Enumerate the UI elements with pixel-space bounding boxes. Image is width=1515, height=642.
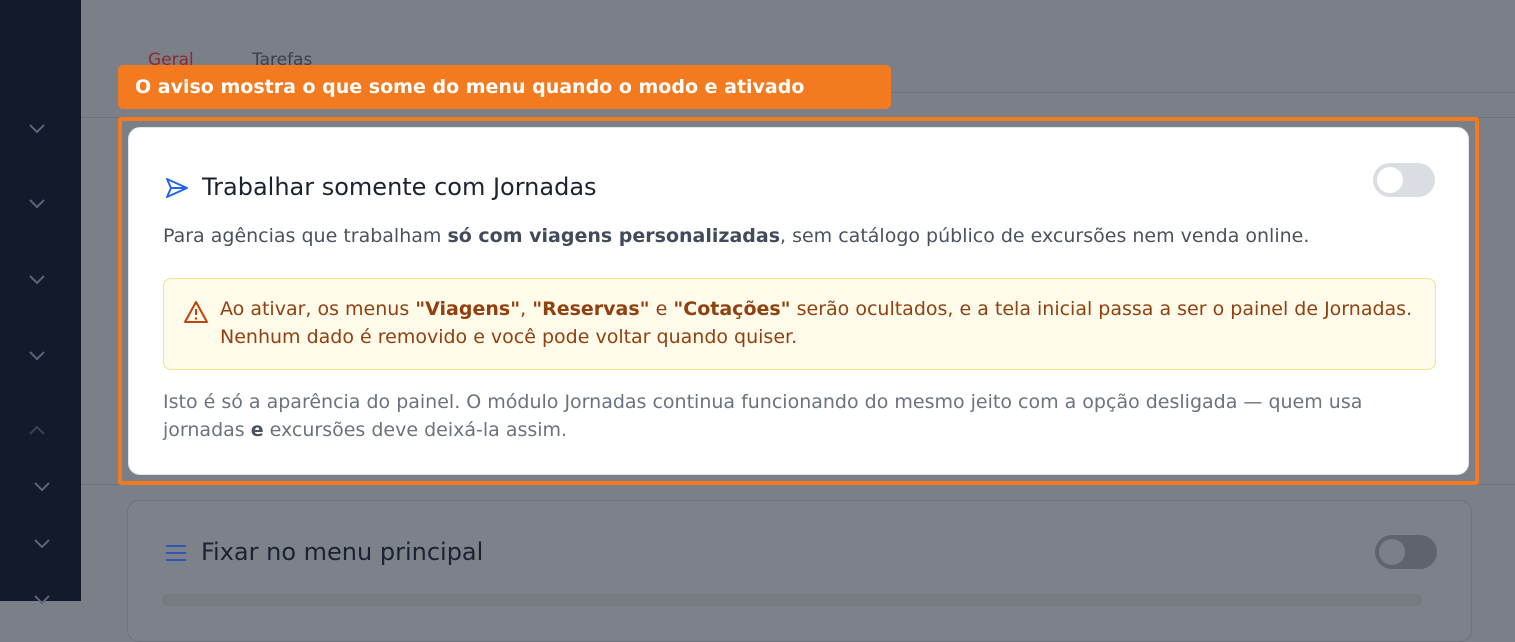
menu-name: "Reservas" — [532, 298, 650, 320]
chevron-down-icon[interactable] — [27, 196, 47, 210]
chevron-down-icon[interactable] — [32, 536, 52, 550]
onboarding-tooltip: O aviso mostra o que some do menu quando… — [118, 65, 891, 109]
chevron-down-icon[interactable] — [32, 592, 52, 606]
card-description: Para agências que trabalham só com viage… — [163, 225, 1309, 247]
warning-prefix: Ao ativar, os menus — [220, 298, 416, 320]
chevron-up-icon[interactable] — [27, 423, 47, 437]
chevron-down-icon[interactable] — [27, 348, 47, 362]
note-bold: e — [250, 419, 264, 441]
spotlight-highlight: Trabalhar somente com Jornadas Para agên… — [118, 117, 1479, 485]
menu-name: "Cotações" — [673, 298, 791, 320]
toggle-knob — [1379, 539, 1405, 565]
chevron-down-icon[interactable] — [27, 121, 47, 135]
card-title: Fixar no menu principal — [201, 538, 484, 566]
journeys-only-card: Trabalhar somente com Jornadas Para agên… — [128, 127, 1469, 475]
desc-text: Para agências que trabalham — [163, 225, 448, 247]
note-text: excursões deve deixá-la assim. — [263, 419, 568, 441]
sidebar — [0, 0, 81, 605]
card-note: Isto é só a aparência do painel. O módul… — [163, 388, 1433, 444]
desc-text: , sem catálogo público de excursões nem … — [780, 225, 1310, 247]
chevron-down-icon[interactable] — [27, 272, 47, 286]
warning-box: Ao ativar, os menus "Viagens", "Reservas… — [163, 278, 1436, 370]
chevron-down-icon[interactable] — [32, 479, 52, 493]
separator: , — [520, 298, 533, 320]
menu-name: "Viagens" — [415, 298, 521, 320]
pin-menu-card: Fixar no menu principal — [127, 500, 1472, 642]
card-title: Trabalhar somente com Jornadas — [202, 173, 597, 201]
menu-lines-icon — [165, 544, 187, 566]
card-description-placeholder — [162, 594, 1422, 606]
pin-menu-toggle[interactable] — [1375, 535, 1437, 569]
warning-text: Ao ativar, os menus "Viagens", "Reservas… — [220, 295, 1415, 351]
separator: e — [649, 298, 674, 320]
journeys-only-toggle[interactable] — [1373, 163, 1435, 197]
warning-icon — [183, 300, 209, 328]
toggle-knob — [1377, 167, 1403, 193]
send-icon — [164, 176, 190, 204]
desc-bold: só com viagens personalizadas — [447, 225, 781, 247]
